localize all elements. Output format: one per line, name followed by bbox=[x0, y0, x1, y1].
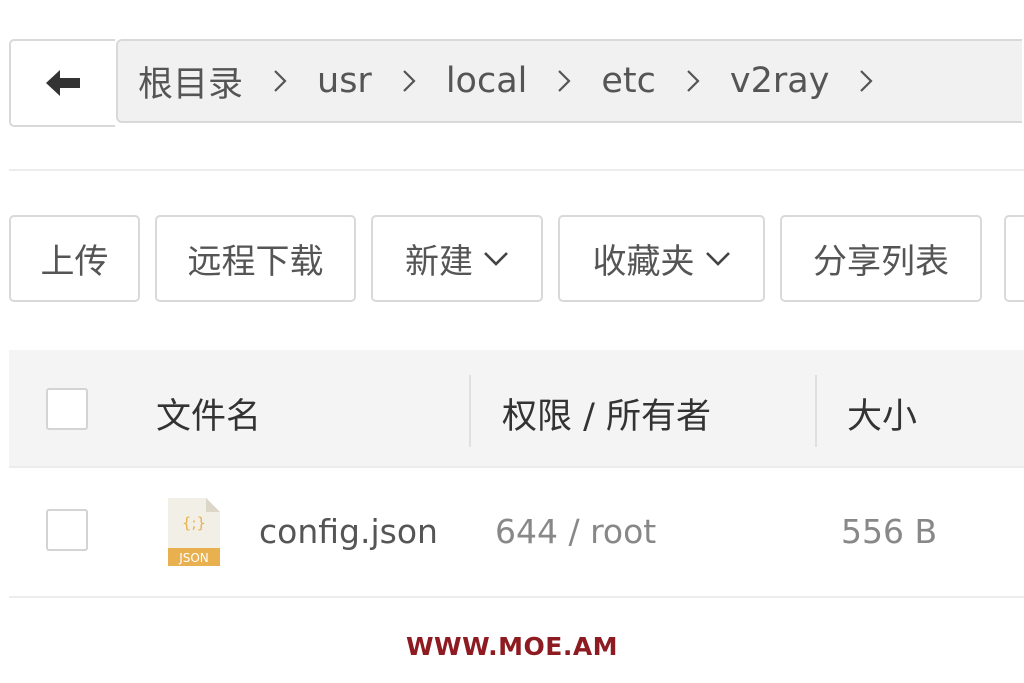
chevron-right-icon bbox=[402, 69, 416, 93]
arrow-left-icon bbox=[46, 70, 80, 96]
json-file-icon: {;} JSON bbox=[168, 498, 220, 566]
chevron-right-icon bbox=[273, 69, 287, 93]
row-checkbox[interactable] bbox=[46, 509, 88, 551]
watermark-text: WWW.MOE.AM bbox=[405, 632, 619, 661]
toolbar-overflow-button[interactable] bbox=[1004, 215, 1024, 302]
file-name-link[interactable]: config.json bbox=[259, 512, 438, 551]
favorites-dropdown-button[interactable]: 收藏夹 bbox=[558, 215, 765, 302]
breadcrumb-item-root[interactable]: 根目录 bbox=[138, 56, 243, 107]
column-header-size[interactable]: 大小 bbox=[847, 388, 917, 439]
back-button[interactable] bbox=[9, 39, 115, 127]
new-dropdown-button[interactable]: 新建 bbox=[371, 215, 543, 302]
breadcrumb-item-local[interactable]: local bbox=[446, 61, 528, 101]
new-button-label: 新建 bbox=[405, 242, 473, 282]
select-all-checkbox[interactable] bbox=[46, 388, 88, 430]
file-size: 556 B bbox=[841, 512, 938, 551]
breadcrumb-item-v2ray[interactable]: v2ray bbox=[730, 61, 830, 101]
chevron-right-icon bbox=[557, 69, 571, 93]
column-divider bbox=[469, 375, 471, 447]
chevron-down-icon bbox=[483, 251, 509, 267]
file-permission-owner: 644 / root bbox=[495, 512, 657, 551]
chevron-right-icon bbox=[686, 69, 700, 93]
table-row[interactable]: {;} JSON config.json 644 / root 556 B bbox=[9, 468, 1024, 598]
section-divider bbox=[9, 169, 1024, 171]
share-list-button[interactable]: 分享列表 bbox=[780, 215, 982, 302]
upload-button-label: 上传 bbox=[40, 242, 109, 282]
breadcrumb-item-etc[interactable]: etc bbox=[601, 61, 656, 101]
favorites-button-label: 收藏夹 bbox=[592, 242, 695, 282]
column-header-name[interactable]: 文件名 bbox=[156, 388, 261, 439]
breadcrumb: 根目录 usr local etc v2ray bbox=[116, 39, 1022, 123]
json-icon-label: JSON bbox=[178, 551, 209, 565]
remote-download-button-label: 远程下载 bbox=[187, 242, 324, 282]
json-icon-glyph: {;} bbox=[182, 514, 206, 532]
share-list-button-label: 分享列表 bbox=[813, 242, 949, 282]
file-table-header: 文件名 权限 / 所有者 大小 bbox=[9, 350, 1024, 468]
column-divider bbox=[815, 375, 817, 447]
upload-button[interactable]: 上传 bbox=[9, 215, 140, 302]
path-navigation-bar: 根目录 usr local etc v2ray bbox=[9, 39, 1024, 127]
remote-download-button[interactable]: 远程下载 bbox=[155, 215, 356, 302]
column-header-permission-owner[interactable]: 权限 / 所有者 bbox=[502, 388, 711, 439]
chevron-down-icon bbox=[705, 251, 731, 267]
chevron-right-icon bbox=[859, 69, 873, 93]
breadcrumb-item-usr[interactable]: usr bbox=[317, 61, 372, 101]
